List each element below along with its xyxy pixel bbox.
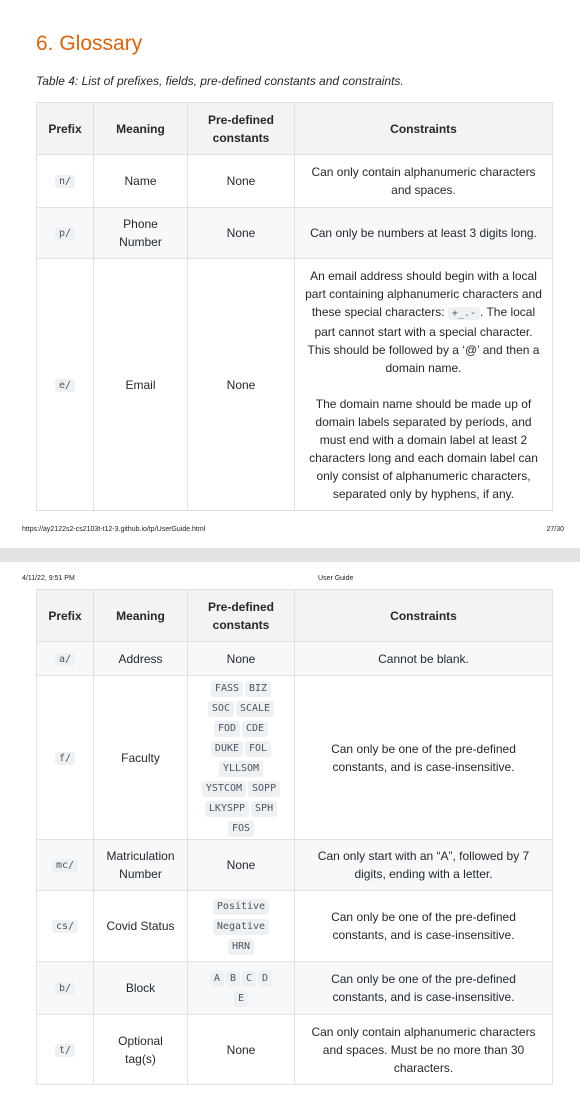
footer-url: https://ay2122s2-cs2103t-t12-3.github.io… [22, 526, 206, 533]
prefix-code: n/ [54, 175, 76, 188]
meaning-cell: Matriculation Number [93, 839, 188, 891]
constant-keyword: FOD [213, 720, 240, 737]
constant-keyword: Positive [212, 899, 270, 915]
header-constraints: Constraints [294, 589, 553, 642]
pdf-page-27: 6. Glossary Table 4: List of prefixes, f… [0, 0, 580, 548]
header-meaning: Meaning [93, 102, 188, 155]
constant-keyword: LKYSPP [204, 800, 250, 817]
glossary-table-part1: Prefix Meaning Pre-defined constants Con… [36, 102, 553, 511]
header-date: 4/11/22, 9:51 PM [22, 575, 75, 582]
constant-keyword: E [233, 991, 249, 1007]
header-constraints: Constraints [294, 102, 553, 155]
constant-keyword: B [225, 971, 240, 987]
constant-keyword: FOL [245, 740, 272, 757]
constraints-cell: An email address should begin with a loc… [294, 258, 553, 511]
constants-cell: Positive Negative HRN [187, 890, 295, 962]
table-row: b/ Block ABCD E Can only be one of the p… [36, 961, 553, 1015]
constraints-cell: Cannot be blank. [294, 641, 553, 676]
prefix-code: b/ [54, 982, 76, 995]
meaning-cell: Email [93, 258, 188, 511]
meaning-cell: Covid Status [93, 890, 188, 962]
prefix-code: a/ [54, 652, 76, 666]
constants-cell: None [187, 641, 295, 676]
header-prefix: Prefix [36, 589, 94, 642]
constant-keyword: D [258, 971, 273, 987]
prefix-code: cs/ [51, 920, 79, 933]
prefix-code: p/ [54, 227, 76, 240]
prefix-code: mc/ [51, 859, 79, 872]
constant-keyword: YLLSOM [218, 760, 264, 777]
constant-keyword: SPH [251, 800, 278, 817]
constant-keyword: FASS [210, 680, 244, 697]
constraints-cell: Can only be numbers at least 3 digits lo… [294, 207, 553, 259]
constant-keyword: DUKE [210, 740, 244, 757]
constants-cell: None [187, 839, 295, 891]
constant-keyword: YSTCOM [201, 780, 247, 797]
constant-keyword: SOC [207, 700, 234, 717]
header-prefix: Prefix [36, 102, 94, 155]
constraints-cell: Can only contain alphanumeric characters… [294, 1014, 553, 1085]
meaning-cell: Phone Number [93, 207, 188, 259]
constant-keyword: C [242, 971, 257, 987]
table-row: f/ Faculty FASS BIZ SOC SCALE FOD CDE DUKE F… [36, 675, 553, 840]
header-constants: Pre-defined constants [187, 589, 295, 642]
table-header-row: Prefix Meaning Pre-defined constants Con… [36, 102, 553, 155]
table-caption: Table 4: List of prefixes, fields, pre-d… [36, 74, 404, 88]
constants-cell: None [187, 1014, 295, 1085]
constants-cell: None [187, 154, 295, 208]
constant-keyword: CDE [242, 720, 269, 737]
constraints-cell: Can only be one of the pre-defined const… [294, 675, 553, 840]
constant-keyword: HRN [227, 939, 255, 955]
page-number: 27/30 [546, 526, 564, 533]
constraints-cell: Can only be one of the pre-defined const… [294, 961, 553, 1015]
constant-keyword: SCALE [235, 700, 275, 717]
constant-keyword: FOS [227, 820, 255, 837]
meaning-cell: Faculty [93, 675, 188, 840]
glossary-heading: 6. Glossary [36, 32, 143, 55]
header-title: User Guide [318, 575, 354, 582]
table-row: e/ Email None An email address should be… [36, 258, 553, 511]
table-row: p/ Phone Number None Can only be numbers… [36, 207, 553, 259]
constraints-cell: Can only be one of the pre-defined const… [294, 890, 553, 962]
constants-cell: ABCD E [187, 961, 295, 1015]
constant-keyword: BIZ [245, 680, 272, 697]
constants-cell: None [187, 207, 295, 259]
constraints-cell: Can only contain alphanumeric characters… [294, 154, 553, 208]
header-constants: Pre-defined constants [187, 102, 295, 155]
constant-keyword: Negative [212, 919, 270, 935]
table-header-row: Prefix Meaning Pre-defined constants Con… [36, 589, 553, 642]
table-row: n/ Name None Can only contain alphanumer… [36, 154, 553, 208]
constant-keyword: SOPP [248, 780, 281, 797]
prefix-code: f/ [54, 751, 76, 765]
constraints-cell: Can only start with an “A”, followed by … [294, 839, 553, 891]
meaning-cell: Optional tag(s) [93, 1014, 188, 1085]
header-meaning: Meaning [93, 589, 188, 642]
special-chars-code: +_.- [447, 306, 480, 320]
meaning-cell: Name [93, 154, 188, 208]
table-row: t/ Optional tag(s) None Can only contain… [36, 1014, 553, 1085]
prefix-code: e/ [54, 378, 76, 392]
table-row: a/ Address None Cannot be blank. [36, 641, 553, 676]
constant-keyword: A [209, 971, 224, 987]
meaning-cell: Block [93, 961, 188, 1015]
meaning-cell: Address [93, 641, 188, 676]
glossary-table-part2: Prefix Meaning Pre-defined constants Con… [36, 589, 553, 1085]
constants-cell: None [187, 258, 295, 511]
constants-cell: FASS BIZ SOC SCALE FOD CDE DUKE FOL YLLSOM Y… [187, 675, 295, 840]
table-row: mc/ Matriculation Number None Can only s… [36, 839, 553, 891]
prefix-code: t/ [54, 1043, 76, 1057]
table-row: cs/ Covid Status Positive Negative HRN C… [36, 890, 553, 962]
constraints-text: The domain name should be made up of dom… [309, 396, 538, 501]
